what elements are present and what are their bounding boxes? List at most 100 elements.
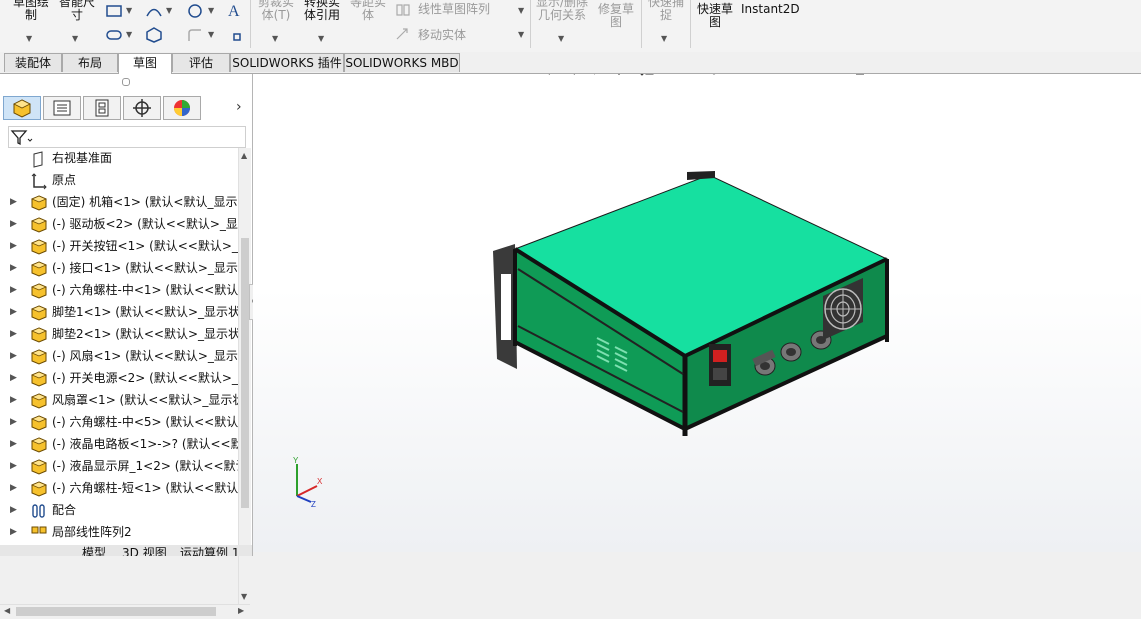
smart-dim-dropdown-caret[interactable]: ▼ — [72, 34, 78, 43]
hscroll-thumb[interactable] — [16, 607, 216, 616]
smart-dimension-button[interactable]: 智能尺 寸 — [56, 0, 98, 22]
expand-arrow-icon[interactable]: ▶ — [10, 329, 17, 339]
tab-solidworks-mbd[interactable]: SOLIDWORKS MBD — [344, 53, 460, 72]
tree-item[interactable]: ▶ (-) 六角螺柱-中<1> (默认<<默认 — [0, 280, 238, 302]
scroll-left-icon[interactable]: ◀ — [4, 606, 10, 615]
tree-item[interactable]: 右视基准面 — [0, 148, 238, 170]
panel-collapse-dot[interactable] — [122, 78, 130, 86]
circle-icon[interactable] — [186, 3, 204, 19]
expand-arrow-icon[interactable]: ▶ — [10, 351, 17, 361]
expand-arrow-icon[interactable]: ▶ — [10, 461, 17, 471]
text-icon[interactable]: A — [226, 2, 244, 18]
graphics-area[interactable]: ▼ ▼ ▼ ▼ ▼ — [253, 74, 1141, 552]
tree-horizontal-scrollbar[interactable]: ◀ ▶ — [0, 604, 250, 619]
mirror-icon[interactable] — [394, 2, 412, 18]
tab-solidworks-addins[interactable]: SOLIDWORKS 插件 — [230, 53, 344, 72]
fillet-caret[interactable]: ▼ — [208, 30, 214, 39]
rectangle-icon[interactable] — [105, 3, 123, 19]
arc-caret[interactable]: ▼ — [166, 6, 172, 15]
slot-caret[interactable]: ▼ — [126, 30, 132, 39]
tree-item[interactable]: ▶ (-) 驱动板<2> (默认<<默认>_显示 — [0, 214, 238, 236]
tab-motion-study[interactable]: 运动算例 1 — [180, 547, 239, 556]
expand-arrow-icon[interactable]: ▶ — [10, 527, 17, 537]
point-icon[interactable] — [228, 29, 246, 45]
tree-item[interactable]: ▶ (-) 开关按钮<1> (默认<<默认>_显 — [0, 236, 238, 258]
display-manager-tab[interactable] — [163, 96, 201, 120]
expand-arrow-icon[interactable]: ▶ — [10, 219, 17, 229]
dimxpert-manager-tab[interactable] — [123, 96, 161, 120]
sketch-button[interactable]: 草图绘 制 — [10, 0, 52, 22]
tree-item[interactable]: 原点 — [0, 170, 238, 192]
tab-assembly[interactable]: 装配体 — [4, 53, 62, 72]
tree-vertical-scrollbar[interactable]: ▲ ▼ — [238, 148, 251, 604]
instant2d-button[interactable]: Instant2D — [741, 3, 800, 16]
scroll-right-icon[interactable]: ▶ — [238, 606, 244, 615]
expand-arrow-icon[interactable]: ▶ — [10, 395, 17, 405]
tab-evaluate[interactable]: 评估 — [172, 53, 230, 72]
chevron-right-icon[interactable]: › — [236, 99, 242, 115]
configuration-manager-tab[interactable] — [83, 96, 121, 120]
tab-3d-views[interactable]: 3D 视图 — [122, 547, 167, 556]
tree-item[interactable]: ▶ (-) 六角螺柱-中<5> (默认<<默认 — [0, 412, 238, 434]
trim-caret[interactable]: ▼ — [272, 34, 278, 43]
tree-item[interactable]: ▶ 风扇罩<1> (默认<<默认>_显示状 — [0, 390, 238, 412]
tree-item[interactable]: ▶ (-) 液晶显示屏_1<2> (默认<<默认 — [0, 456, 238, 478]
tab-model[interactable]: 模型 — [82, 547, 106, 556]
tree-item[interactable]: ▶ 局部线性阵列2 — [0, 522, 238, 544]
expand-arrow-icon[interactable]: ▶ — [10, 263, 17, 273]
enclosure-3d-model[interactable] — [253, 74, 1141, 552]
tab-sketch[interactable]: 草图 — [118, 53, 172, 74]
expand-arrow-icon[interactable]: ▶ — [10, 373, 17, 383]
slot-icon[interactable] — [105, 27, 123, 43]
expand-arrow-icon[interactable]: ▶ — [10, 285, 17, 295]
tree-item[interactable]: ▶ (-) 风扇<1> (默认<<默认>_显示状 — [0, 346, 238, 368]
relations-caret[interactable]: ▼ — [558, 34, 564, 43]
move-entities-button[interactable]: 移动实体 — [418, 29, 466, 42]
tree-item[interactable]: ▶ (-) 六角螺柱-短<1> (默认<<默认 — [0, 478, 238, 500]
display-delete-relations-button[interactable]: 显示/删除 几何关系 — [534, 0, 590, 22]
move-entities-icon[interactable] — [394, 26, 412, 42]
convert-caret[interactable]: ▼ — [318, 34, 324, 43]
linear-pattern-caret[interactable]: ▼ — [518, 6, 524, 15]
move-entities-caret[interactable]: ▼ — [518, 30, 524, 39]
circle-caret[interactable]: ▼ — [208, 6, 214, 15]
linear-pattern-button[interactable]: 线性草图阵列 — [418, 3, 490, 16]
expand-arrow-icon[interactable]: ▶ — [10, 241, 17, 251]
rectangle-caret[interactable]: ▼ — [126, 6, 132, 15]
appearance-pie-icon — [174, 100, 190, 116]
convert-entities-button[interactable]: 转换实 体引用 — [300, 0, 344, 22]
scroll-down-icon[interactable]: ▼ — [241, 592, 247, 601]
tree-item[interactable]: ▶ (-) 开关电源<2> (默认<<默认>_显 — [0, 368, 238, 390]
tree-item[interactable]: ▶ 配合 — [0, 500, 238, 522]
crosshair-icon — [133, 99, 151, 117]
trim-entities-button[interactable]: 剪裁实 体(T) — [254, 0, 298, 22]
tree-item[interactable]: ▶ (固定) 机箱<1> (默认<默认_显示 — [0, 192, 238, 214]
tree-item[interactable]: ▶ (-) 液晶电路板<1>->? (默认<<默 — [0, 434, 238, 456]
quick-snaps-button[interactable]: 快速捕 捉 — [645, 0, 687, 22]
quick-snaps-caret[interactable]: ▼ — [661, 34, 667, 43]
sketch-dropdown-caret[interactable]: ▼ — [26, 34, 32, 43]
expand-arrow-icon[interactable]: ▶ — [10, 505, 17, 515]
arc-icon[interactable] — [145, 3, 163, 19]
feature-manager-tab[interactable] — [3, 96, 41, 120]
tab-layout[interactable]: 布局 — [62, 53, 118, 72]
tree-item[interactable]: ▶ (-) 接口<1> (默认<<默认>_显示状 — [0, 258, 238, 280]
property-manager-tab[interactable] — [43, 96, 81, 120]
rapid-sketch-button[interactable]: 快速草 图 — [694, 3, 736, 29]
expand-arrow-icon[interactable]: ▶ — [10, 417, 17, 427]
scroll-up-icon[interactable]: ▲ — [241, 151, 247, 160]
offset-entities-button[interactable]: 等距实 体 — [346, 0, 390, 22]
scrollbar-thumb[interactable] — [241, 238, 249, 508]
tree-filter[interactable] — [8, 126, 246, 148]
tree-item[interactable]: ▶ 脚垫2<1> (默认<<默认>_显示状 — [0, 324, 238, 346]
repair-sketch-button[interactable]: 修复草 图 — [594, 3, 638, 29]
expand-arrow-icon[interactable]: ▶ — [10, 483, 17, 493]
panel-tabs: › — [3, 96, 249, 122]
expand-arrow-icon[interactable]: ▶ — [10, 307, 17, 317]
expand-arrow-icon[interactable]: ▶ — [10, 197, 17, 207]
tree-item[interactable]: ▶ 脚垫1<1> (默认<<默认>_显示状 — [0, 302, 238, 324]
fillet-icon[interactable] — [186, 27, 204, 43]
expand-arrow-icon[interactable]: ▶ — [10, 439, 17, 449]
polygon-icon[interactable] — [145, 27, 163, 43]
filter-funnel-icon[interactable] — [9, 127, 35, 147]
